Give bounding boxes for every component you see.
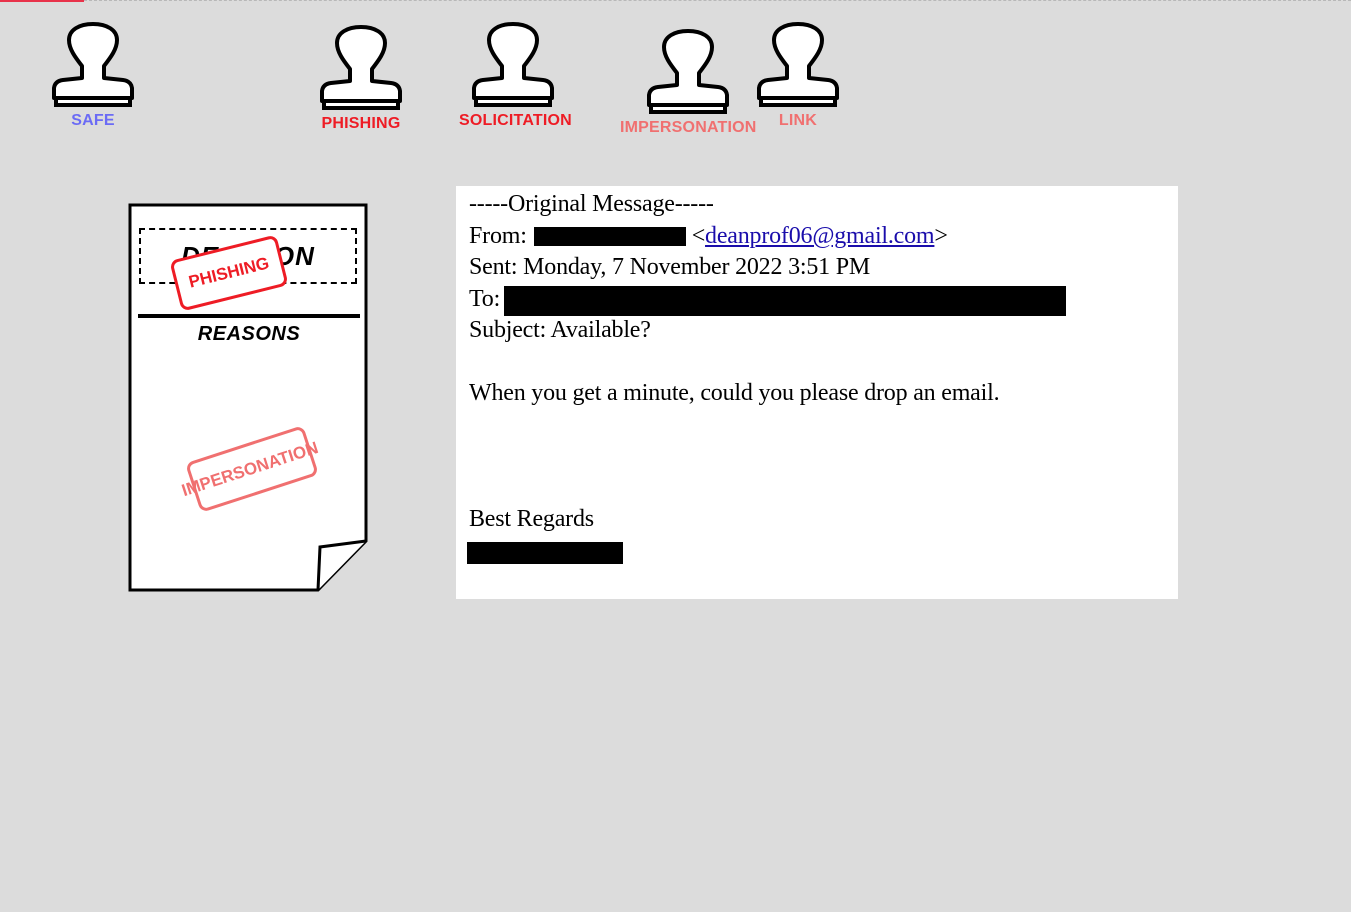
stamp-link[interactable]: LINK (755, 22, 841, 130)
redacted-sender-name (533, 227, 686, 247)
email-body: When you get a minute, could you please … (469, 380, 1000, 406)
sender-email-link[interactable]: deanprof06@gmail.com (705, 221, 935, 253)
from-label: From: (469, 223, 527, 249)
stamp-icon (472, 22, 555, 107)
decision-document[interactable]: DECISION PHISHING REASONS IMPERSONATION (128, 203, 370, 593)
stamp-icon (52, 22, 134, 107)
email-header: -----Original Message----- (469, 191, 714, 217)
stamp-icon (647, 29, 730, 114)
stamp-icon (320, 25, 402, 110)
stamp-impersonation[interactable]: IMPERSONATION (620, 29, 757, 137)
stamp-label: LINK (778, 112, 818, 129)
progress-bar (0, 0, 84, 2)
redacted-recipient (504, 286, 1066, 316)
stamp-label: PHISHING (321, 115, 401, 132)
stamp-label: SAFE (71, 112, 115, 129)
stamp-label: SOLICITATION (459, 112, 572, 129)
reasons-heading: REASONS (197, 323, 301, 345)
from-email-open: < (691, 223, 706, 249)
email-to: To: (469, 284, 500, 316)
stamp-phishing[interactable]: PHISHING (318, 25, 404, 133)
email-message: -----Original Message----- From: < deanp… (456, 186, 1178, 599)
to-label: To: (469, 286, 501, 312)
divider (138, 314, 360, 318)
email-from: From: < deanprof06@gmail.com > (469, 221, 948, 253)
progress-track (84, 0, 1351, 1)
from-email-close: > (934, 223, 948, 249)
email-subject: Subject: Available? (469, 317, 651, 343)
decision-stamp-label: PHISHING (186, 253, 272, 292)
game-screen: SAFE PHISHING SOLICITATION IMPERSONATION (0, 0, 1351, 912)
redacted-signature (467, 542, 623, 564)
stamp-icon (757, 22, 839, 107)
email-closing: Best Regards (469, 506, 594, 532)
stamp-label: IMPERSONATION (620, 119, 757, 136)
stamp-solicitation[interactable]: SOLICITATION (455, 22, 572, 130)
email-sent: Sent: Monday, 7 November 2022 3:51 PM (469, 254, 871, 280)
stamp-safe[interactable]: SAFE (50, 22, 136, 130)
